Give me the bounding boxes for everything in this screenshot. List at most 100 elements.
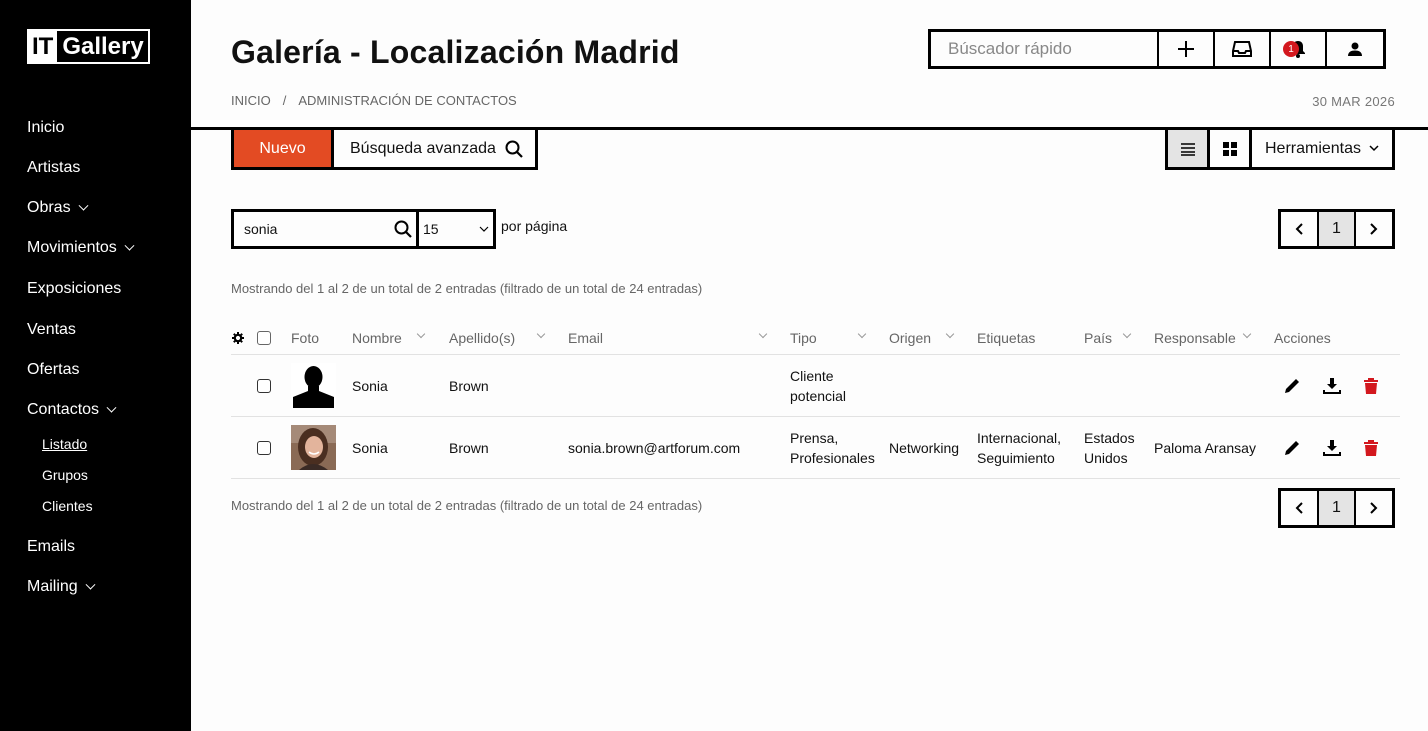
column-email[interactable]: Email bbox=[568, 320, 603, 355]
sort-icon[interactable] bbox=[416, 329, 426, 339]
logo-it: IT bbox=[29, 31, 58, 62]
column-tipo[interactable]: Tipo bbox=[790, 320, 817, 355]
pais-line: Estados bbox=[1084, 429, 1135, 446]
pais-line: Unidos bbox=[1084, 449, 1128, 466]
column-acciones: Acciones bbox=[1274, 329, 1331, 346]
cell-responsable: Paloma Aransay bbox=[1154, 439, 1256, 456]
pagination-bottom: 1 bbox=[1278, 488, 1395, 528]
grid-view-button[interactable] bbox=[1210, 130, 1252, 167]
user-icon bbox=[1348, 42, 1362, 56]
sidebar-item-ofertas[interactable]: Ofertas bbox=[27, 350, 187, 390]
chevron-left-icon bbox=[1295, 223, 1303, 235]
per-page-value: 15 bbox=[423, 221, 439, 237]
sidebar-subitem-listado[interactable]: Listado bbox=[42, 428, 187, 459]
inbox-button[interactable] bbox=[1215, 32, 1271, 66]
per-page-select[interactable]: 15 bbox=[419, 209, 496, 249]
sidebar-item-label: Mailing bbox=[27, 578, 78, 595]
tools-dropdown[interactable]: Herramientas bbox=[1252, 130, 1392, 167]
download-icon[interactable] bbox=[1323, 439, 1341, 457]
prev-page-button[interactable] bbox=[1281, 212, 1317, 246]
tipo-line: Cliente bbox=[790, 367, 834, 384]
user-menu-button[interactable] bbox=[1327, 32, 1383, 66]
sidebar-item-emails[interactable]: Emails bbox=[27, 527, 187, 567]
breadcrumb-home[interactable]: INICIO bbox=[231, 93, 271, 108]
sidebar-item-label: Ventas bbox=[27, 321, 76, 338]
row-checkbox[interactable] bbox=[257, 440, 271, 455]
sidebar-subitem-clientes[interactable]: Clientes bbox=[42, 490, 187, 521]
sort-icon[interactable] bbox=[945, 329, 955, 339]
column-nombre[interactable]: Nombre bbox=[352, 320, 402, 355]
cell-pais: Estados Unidos bbox=[1084, 417, 1135, 478]
chevron-right-icon bbox=[1370, 502, 1378, 514]
column-apellido[interactable]: Apellido(s) bbox=[449, 320, 515, 355]
cell-nombre: Sonia bbox=[352, 377, 388, 394]
breadcrumb-current: ADMINISTRACIÓN DE CONTACTOS bbox=[298, 93, 517, 108]
chevron-down-icon bbox=[78, 200, 89, 211]
sidebar: IT Gallery Inicio Artistas Obras Movimie… bbox=[0, 0, 191, 731]
sort-icon[interactable] bbox=[1122, 329, 1132, 339]
results-info-bottom: Mostrando del 1 al 2 de un total de 2 en… bbox=[231, 498, 703, 513]
sidebar-item-label: Inicio bbox=[27, 119, 65, 136]
quick-search-input[interactable]: Búscador rápido bbox=[931, 32, 1159, 66]
sidebar-item-contactos[interactable]: Contactos bbox=[27, 390, 187, 430]
current-page[interactable]: 1 bbox=[1317, 212, 1356, 246]
sort-icon[interactable] bbox=[1242, 329, 1252, 339]
sort-icon[interactable] bbox=[857, 329, 867, 339]
current-date: 30 MAR 2026 bbox=[1312, 94, 1395, 109]
sidebar-item-inicio[interactable]: Inicio bbox=[27, 108, 187, 148]
cell-email[interactable]: sonia.brown@artforum.com bbox=[568, 417, 740, 478]
sidebar-item-obras[interactable]: Obras bbox=[27, 188, 187, 228]
sidebar-item-label: Emails bbox=[27, 538, 76, 555]
download-icon[interactable] bbox=[1323, 377, 1341, 395]
prev-page-button[interactable] bbox=[1281, 491, 1317, 525]
next-page-button[interactable] bbox=[1356, 212, 1392, 246]
next-page-button[interactable] bbox=[1356, 491, 1392, 525]
per-page-label: por página bbox=[501, 218, 568, 234]
cell-nombre: Sonia bbox=[352, 439, 388, 456]
chevron-right-icon bbox=[1370, 223, 1378, 235]
trash-icon[interactable] bbox=[1363, 439, 1379, 457]
sidebar-item-exposiciones[interactable]: Exposiciones bbox=[27, 268, 187, 310]
column-responsable[interactable]: Responsable bbox=[1154, 320, 1236, 355]
add-button[interactable] bbox=[1159, 32, 1215, 66]
column-settings-button[interactable] bbox=[232, 320, 244, 355]
sidebar-item-movimientos[interactable]: Movimientos bbox=[27, 228, 187, 268]
cell-apellido: Brown bbox=[449, 377, 489, 394]
edit-icon[interactable] bbox=[1283, 377, 1301, 395]
pagination-top: 1 bbox=[1278, 209, 1395, 249]
column-pais[interactable]: País bbox=[1084, 320, 1112, 355]
notifications-button[interactable]: 1 bbox=[1271, 32, 1327, 66]
logo-name: Gallery bbox=[62, 33, 144, 60]
sidebar-item-mailing[interactable]: Mailing bbox=[27, 567, 187, 607]
search-icon bbox=[394, 220, 412, 238]
table-search-input[interactable]: sonia bbox=[231, 209, 419, 249]
sidebar-item-artistas[interactable]: Artistas bbox=[27, 148, 187, 188]
edit-icon[interactable] bbox=[1283, 439, 1301, 457]
select-all-checkbox[interactable] bbox=[257, 330, 271, 345]
chevron-down-icon bbox=[85, 579, 96, 590]
new-contact-button[interactable]: Nuevo bbox=[234, 130, 334, 167]
cell-tipo: Prensa, Profesionales bbox=[790, 417, 875, 478]
sidebar-item-ventas[interactable]: Ventas bbox=[27, 310, 187, 350]
sidebar-subitem-grupos[interactable]: Grupos bbox=[42, 459, 187, 490]
list-view-button[interactable] bbox=[1168, 130, 1210, 167]
sort-icon[interactable] bbox=[758, 329, 768, 339]
sidebar-item-label: Movimientos bbox=[27, 239, 117, 256]
current-page[interactable]: 1 bbox=[1317, 491, 1356, 525]
sort-icon[interactable] bbox=[536, 329, 546, 339]
inbox-icon bbox=[1232, 41, 1252, 57]
row-checkbox[interactable] bbox=[257, 378, 271, 393]
row-actions bbox=[1283, 439, 1379, 457]
column-etiquetas: Etiquetas bbox=[977, 329, 1036, 346]
table-row: Sonia Brown Cliente potencial bbox=[231, 355, 1400, 417]
tipo-line: Profesionales bbox=[790, 449, 875, 466]
trash-icon[interactable] bbox=[1363, 377, 1379, 395]
advanced-search-button[interactable]: Búsqueda avanzada bbox=[334, 130, 535, 167]
column-origen[interactable]: Origen bbox=[889, 320, 931, 355]
table-row: Sonia Brown sonia.brown@artforum.com Pre… bbox=[231, 417, 1400, 479]
chevron-down-icon bbox=[106, 402, 117, 413]
tools-label: Herramientas bbox=[1264, 139, 1362, 157]
app-logo[interactable]: IT Gallery bbox=[27, 29, 150, 64]
results-info: Mostrando del 1 al 2 de un total de 2 en… bbox=[231, 281, 703, 296]
contacts-table: Foto Nombre Apellido(s) Email Tipo Orige… bbox=[231, 320, 1400, 479]
